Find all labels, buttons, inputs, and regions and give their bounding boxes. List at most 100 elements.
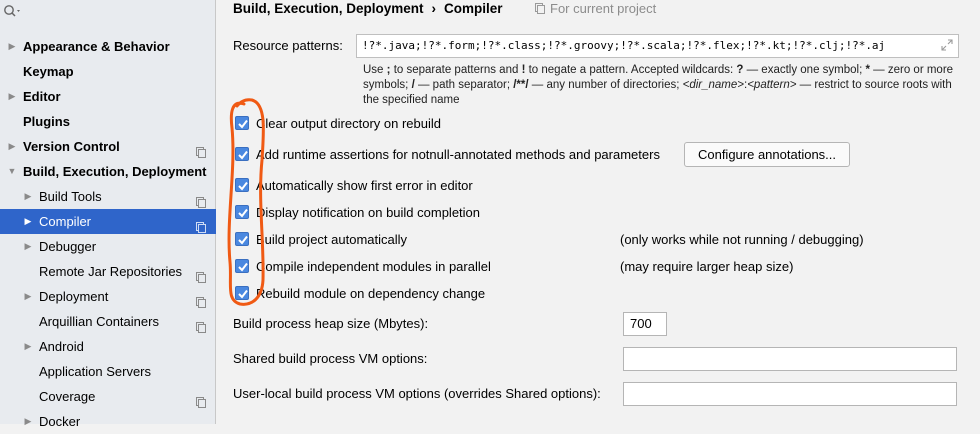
sidebar-item-label: Compiler xyxy=(39,214,92,229)
compile-parallel-label: Compile independent modules in parallel xyxy=(256,258,491,274)
sidebar-item-build-execution-deployment[interactable]: ▼ Build, Execution, Deployment xyxy=(0,159,216,184)
compiler-settings-panel: Build, Execution, Deployment › Compiler Fo… xyxy=(217,0,980,424)
sidebar-item-label: Build, Execution, Deployment xyxy=(23,164,207,179)
sidebar-item-label: Build Tools xyxy=(39,189,102,204)
expand-arrow-icon[interactable]: ▶ xyxy=(22,184,34,209)
sidebar-item-label: Docker xyxy=(39,414,81,429)
expand-arrow-icon[interactable]: ▶ xyxy=(22,284,34,309)
sidebar-item-android[interactable]: ▶ Android xyxy=(0,334,216,359)
build-automatically-note: (only works while not running / debuggin… xyxy=(620,232,864,247)
display-notification-option[interactable]: Display notification on build completion xyxy=(235,203,480,221)
project-scope-icon xyxy=(196,266,206,283)
runtime-assertions-checkbox[interactable] xyxy=(235,147,249,161)
heap-size-value: 700 xyxy=(630,316,652,331)
collapse-arrow-icon[interactable]: ▼ xyxy=(6,159,18,184)
user-vm-options-input[interactable] xyxy=(623,382,957,406)
check-icon xyxy=(238,181,248,191)
resource-patterns-label: Resource patterns: xyxy=(233,38,343,53)
sidebar-item-label: Deployment xyxy=(39,289,109,304)
sidebar-item-label: Plugins xyxy=(23,114,70,129)
build-automatically-checkbox[interactable] xyxy=(235,232,249,246)
shared-vm-options-input[interactable] xyxy=(623,347,957,371)
sidebar-item-compiler[interactable]: ▶ Compiler xyxy=(0,209,216,234)
expand-arrow-icon[interactable]: ▶ xyxy=(6,134,18,159)
user-vm-options-label: User-local build process VM options (ove… xyxy=(233,386,601,401)
settings-sidebar: ▶ Appearance & Behavior Keymap ▶ Editor … xyxy=(0,0,216,429)
rebuild-on-change-option[interactable]: Rebuild module on dependency change xyxy=(235,284,485,302)
runtime-assertions-option[interactable]: Add runtime assertions for notnull-annot… xyxy=(235,145,660,163)
build-automatically-option[interactable]: Build project automatically xyxy=(235,230,407,248)
project-scope-icon xyxy=(196,216,206,233)
sidebar-item-keymap[interactable]: Keymap xyxy=(0,59,216,84)
check-icon xyxy=(238,289,248,299)
display-notification-checkbox[interactable] xyxy=(235,205,249,219)
sidebar-item-label: Editor xyxy=(23,89,61,104)
configure-annotations-button[interactable]: Configure annotations... xyxy=(684,142,850,167)
project-scope-icon xyxy=(196,291,206,308)
search-field[interactable] xyxy=(3,2,23,20)
shared-vm-options-label: Shared build process VM options: xyxy=(233,351,428,366)
clear-output-option[interactable]: Clear output directory on rebuild xyxy=(235,114,441,132)
expand-arrow-icon[interactable]: ▶ xyxy=(22,234,34,259)
sidebar-item-appearance-behavior[interactable]: ▶ Appearance & Behavior xyxy=(0,34,216,59)
sidebar-item-label: Debugger xyxy=(39,239,97,254)
sidebar-item-label: Version Control xyxy=(23,139,120,154)
sidebar-item-label: Application Servers xyxy=(39,364,151,379)
project-scope-icon xyxy=(196,191,206,208)
compile-parallel-checkbox[interactable] xyxy=(235,259,249,273)
heap-size-input[interactable]: 700 xyxy=(623,312,667,336)
show-first-error-option[interactable]: Automatically show first error in editor xyxy=(235,176,473,194)
project-scope-note: For current project xyxy=(535,1,656,16)
project-scope-icon xyxy=(196,141,206,158)
show-first-error-label: Automatically show first error in editor xyxy=(256,177,473,193)
sidebar-item-label: Remote Jar Repositories xyxy=(39,264,183,279)
expand-arrow-icon[interactable]: ▶ xyxy=(6,84,18,109)
sidebar-item-label: Keymap xyxy=(23,64,74,79)
resource-patterns-help: Use ; to separate patterns and ! to nega… xyxy=(363,64,954,106)
project-scope-icon xyxy=(196,316,206,333)
project-scope-icon xyxy=(196,391,206,408)
display-notification-label: Display notification on build completion xyxy=(256,204,481,220)
expand-arrow-icon[interactable]: ▶ xyxy=(22,409,34,434)
search-icon xyxy=(4,5,20,17)
expand-icon[interactable] xyxy=(941,39,953,51)
sidebar-item-docker[interactable]: ▶ Docker xyxy=(0,409,216,434)
check-icon xyxy=(238,235,248,245)
sidebar-item-label: Arquillian Containers xyxy=(39,314,159,329)
sidebar-item-coverage[interactable]: Coverage xyxy=(0,384,216,409)
clear-output-label: Clear output directory on rebuild xyxy=(256,115,441,131)
clear-output-checkbox[interactable] xyxy=(235,116,249,130)
expand-arrow-icon[interactable]: ▶ xyxy=(22,209,34,234)
check-icon xyxy=(238,150,248,160)
breadcrumb-separator: › xyxy=(431,1,437,16)
sidebar-item-arquillian-containers[interactable]: Arquillian Containers xyxy=(0,309,216,334)
runtime-assertions-label: Add runtime assertions for notnull-annot… xyxy=(256,146,660,162)
breadcrumb-current: Compiler xyxy=(444,1,503,16)
build-automatically-label: Build project automatically xyxy=(256,231,408,247)
check-icon xyxy=(238,119,248,129)
heap-size-label: Build process heap size (Mbytes): xyxy=(233,316,429,331)
sidebar-item-remote-jar-repositories[interactable]: Remote Jar Repositories xyxy=(0,259,216,284)
breadcrumb-parent[interactable]: Build, Execution, Deployment xyxy=(233,1,424,16)
project-scope-label: For current project xyxy=(550,1,657,16)
sidebar-item-debugger[interactable]: ▶ Debugger xyxy=(0,234,216,259)
sidebar-item-label: Appearance & Behavior xyxy=(23,39,170,54)
sidebar-item-deployment[interactable]: ▶ Deployment xyxy=(0,284,216,309)
show-first-error-checkbox[interactable] xyxy=(235,178,249,192)
sidebar-item-application-servers[interactable]: Application Servers xyxy=(0,359,216,384)
breadcrumb: Build, Execution, Deployment › Compiler xyxy=(233,1,503,16)
sidebar-item-build-tools[interactable]: ▶ Build Tools xyxy=(0,184,216,209)
project-scope-icon xyxy=(535,3,545,14)
expand-arrow-icon[interactable]: ▶ xyxy=(22,334,34,359)
sidebar-item-label: Android xyxy=(39,339,84,354)
settings-tree: ▶ Appearance & Behavior Keymap ▶ Editor … xyxy=(0,34,216,434)
sidebar-item-version-control[interactable]: ▶ Version Control xyxy=(0,134,216,159)
rebuild-on-change-label: Rebuild module on dependency change xyxy=(256,285,486,301)
rebuild-on-change-checkbox[interactable] xyxy=(235,286,249,300)
resource-patterns-input[interactable]: !?*.java;!?*.form;!?*.class;!?*.groovy;!… xyxy=(356,34,959,58)
sidebar-item-plugins[interactable]: Plugins xyxy=(0,109,216,134)
check-icon xyxy=(238,262,248,272)
compile-parallel-option[interactable]: Compile independent modules in parallel xyxy=(235,257,491,275)
sidebar-item-editor[interactable]: ▶ Editor xyxy=(0,84,216,109)
expand-arrow-icon[interactable]: ▶ xyxy=(6,34,18,59)
